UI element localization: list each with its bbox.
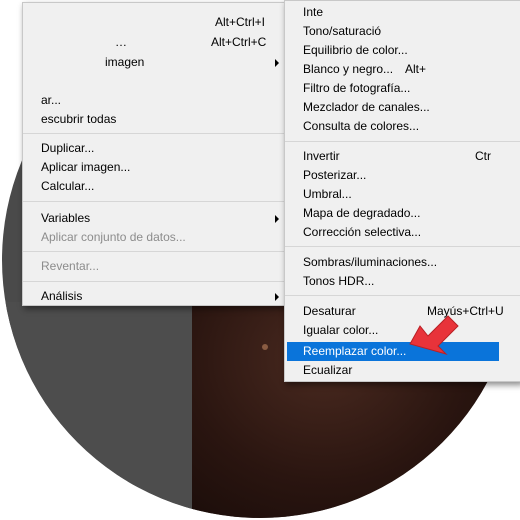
menu-item-shadows-highlights[interactable]: Sombras/iluminaciones... — [303, 253, 437, 272]
menu-item-threshold[interactable]: Umbral... — [303, 185, 352, 204]
menu-divider — [285, 141, 520, 142]
menu-item-trim[interactable]: ar... — [41, 91, 61, 110]
adjustments-submenu: Inte Tono/saturació Equilibrio de color.… — [284, 0, 520, 382]
menu-item-photo-filter[interactable]: Filtro de fotografía... — [303, 79, 410, 98]
menu-item-selective-color[interactable]: Corrección selectiva... — [303, 223, 421, 242]
menu-item-label: Aplicar conjunto de datos... — [41, 230, 186, 244]
menu-item-label: Duplicar... — [41, 141, 95, 155]
menu-item-inte[interactable]: Inte — [303, 3, 323, 22]
menu-item-label: Desaturar — [303, 304, 356, 318]
menu-item-color-lookup[interactable]: Consulta de colores... — [303, 117, 419, 136]
menu-item-label: escubrir todas — [41, 112, 117, 126]
pointer-arrow-icon — [409, 315, 459, 355]
menu-divider — [23, 133, 285, 134]
menu-item-label: Aplicar imagen... — [41, 160, 131, 174]
menu-shortcut: Alt+ — [405, 62, 427, 76]
menu-item-color-balance[interactable]: Equilibrio de color... — [303, 41, 408, 60]
menu-item-reveal-all[interactable]: escubrir todas — [41, 110, 116, 129]
menu-item-label: Calcular... — [41, 179, 95, 193]
menu-item-label: Igualar color... — [303, 323, 379, 337]
menu-item-label: Sombras/iluminaciones... — [303, 255, 438, 269]
menu-item-hue-saturation[interactable]: Tono/saturació — [303, 22, 381, 41]
bokeh-dot — [262, 344, 268, 350]
menu-shortcut: Ctr — [475, 149, 491, 163]
menu-item-desaturate[interactable]: Desaturar Mayús+Ctrl+U — [303, 302, 504, 321]
menu-item-auto-color[interactable]: … Alt+Ctrl+C — [115, 33, 266, 52]
canvas-background — [2, 302, 194, 518]
menu-item-apply-data-set[interactable]: Aplicar conjunto de datos... — [41, 228, 186, 247]
menu-item-duplicate[interactable]: Duplicar... — [41, 139, 94, 158]
menu-item-label: imagen — [105, 55, 145, 69]
menu-shortcut: Alt+Ctrl+I — [215, 15, 266, 29]
menu-item-label: … — [115, 35, 127, 49]
menu-item-label: Invertir — [303, 149, 340, 163]
menu-item-match-color[interactable]: Igualar color... — [303, 321, 378, 340]
menu-item-label: Variables — [41, 211, 91, 225]
menu-item-label: Reemplazar color... — [303, 344, 407, 358]
menu-item-label: Consulta de colores... — [303, 119, 420, 133]
menu-divider — [23, 201, 285, 202]
menu-item-variables[interactable]: Variables — [41, 209, 90, 228]
menu-item-label: Filtro de fotografía... — [303, 81, 411, 95]
menu-item-label: Mezclador de canales... — [303, 100, 430, 114]
menu-item-apply-image[interactable]: Aplicar imagen... — [41, 158, 130, 177]
menu-item-label: Equilibrio de color... — [303, 43, 408, 57]
menu-divider — [285, 295, 520, 296]
menu-item-label: Blanco y negro... — [303, 62, 394, 76]
menu-item-gradient-map[interactable]: Mapa de degradado... — [303, 204, 420, 223]
image-menu: Alt+Ctrl+I … Alt+Ctrl+C imagen ar... esc… — [22, 2, 286, 306]
menu-item-calculations[interactable]: Calcular... — [41, 177, 94, 196]
menu-item-label: Análisis — [41, 289, 83, 303]
menu-item-equalize[interactable]: Ecualizar — [303, 361, 352, 380]
menu-item-posterize[interactable]: Posterizar... — [303, 166, 366, 185]
menu-item-label: Tonos HDR... — [303, 274, 375, 288]
menu-divider — [23, 251, 285, 252]
menu-item-trap[interactable]: Reventar... — [41, 257, 99, 276]
menu-item-label: Ecualizar — [303, 363, 353, 377]
menu-item-invert[interactable]: Invertir Ctr — [303, 147, 491, 166]
menu-item-label: ar... — [41, 93, 62, 107]
menu-item-label: Reventar... — [41, 259, 100, 273]
menu-item-image-size[interactable]: imagen — [105, 53, 144, 72]
submenu-arrow-icon — [275, 215, 279, 223]
menu-item-label: Inte — [303, 5, 324, 19]
menu-item-black-white[interactable]: Blanco y negro... Alt+ — [303, 60, 426, 79]
menu-item-hdr-toning[interactable]: Tonos HDR... — [303, 272, 374, 291]
menu-item-channel-mixer[interactable]: Mezclador de canales... — [303, 98, 430, 117]
menu-item-label: Tono/saturació — [303, 24, 382, 38]
menu-item-label: Mapa de degradado... — [303, 206, 421, 220]
menu-divider — [285, 246, 520, 247]
submenu-arrow-icon — [275, 293, 279, 301]
menu-item-replace-color[interactable]: Reemplazar color... — [303, 342, 406, 361]
submenu-arrow-icon — [275, 59, 279, 67]
menu-shortcut: Alt+Ctrl+C — [211, 35, 267, 49]
menu-divider — [23, 281, 285, 282]
menu-item-analysis[interactable]: Análisis — [41, 287, 82, 306]
menu-item-label: Umbral... — [303, 187, 352, 201]
menu-item-label: Posterizar... — [303, 168, 367, 182]
menu-item-label: Corrección selectiva... — [303, 225, 422, 239]
